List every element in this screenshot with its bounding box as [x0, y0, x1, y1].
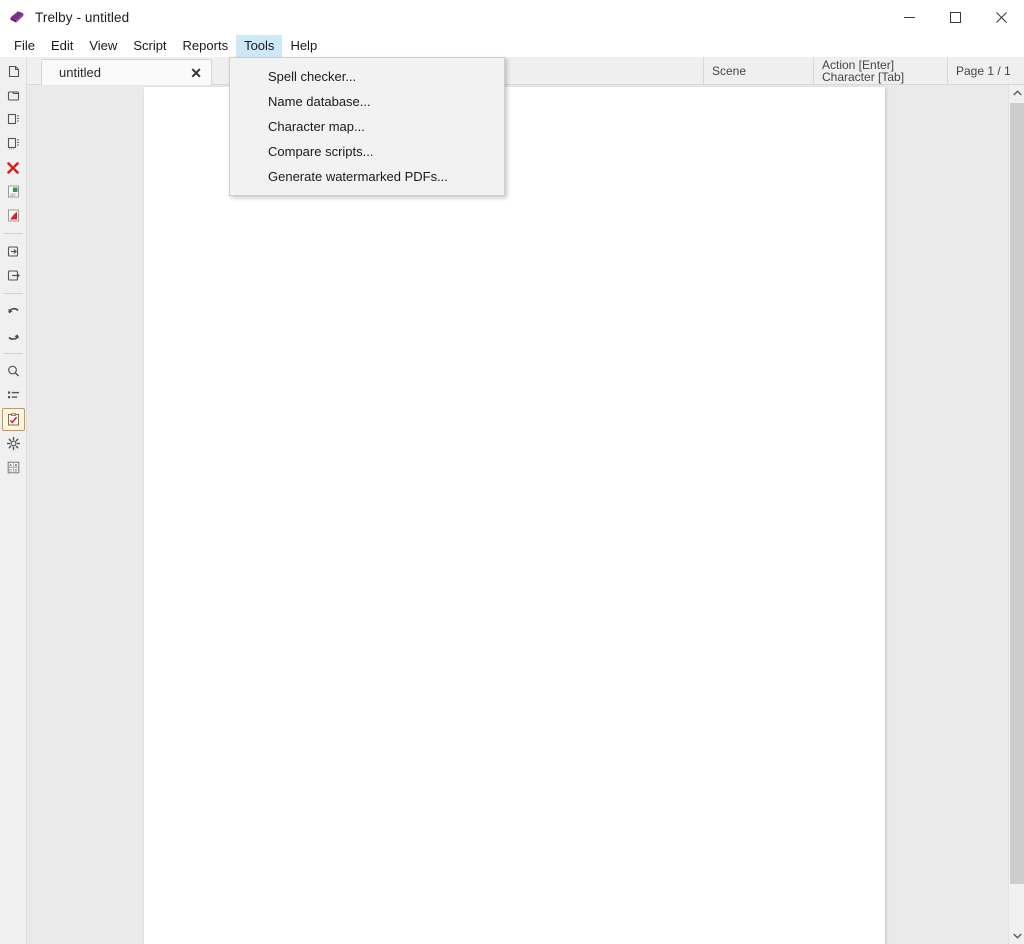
menu-help[interactable]: Help	[282, 35, 325, 57]
import-icon[interactable]	[2, 240, 25, 263]
scroll-up-icon[interactable]	[1009, 85, 1024, 102]
close-script-icon[interactable]	[2, 156, 25, 179]
menu-item-generate-watermarked-pdfs[interactable]: Generate watermarked PDFs...	[230, 164, 504, 189]
menu-item-name-database[interactable]: Name database...	[230, 89, 504, 114]
menu-script[interactable]: Script	[125, 35, 174, 57]
svg-text:B: B	[14, 462, 17, 467]
format-hint-character: Character [Tab]	[822, 70, 905, 84]
title-bar: Trelby - untitled	[0, 0, 1024, 35]
export-pdf-icon[interactable]	[2, 204, 25, 227]
menu-reports[interactable]: Reports	[175, 35, 237, 57]
spell-check-icon[interactable]	[1, 408, 25, 431]
status-element-type-label: Scene	[712, 64, 747, 78]
menu-view[interactable]: View	[81, 35, 125, 57]
scene-list-icon[interactable]	[2, 384, 25, 407]
menu-file[interactable]: File	[6, 35, 43, 57]
open-script-icon[interactable]	[2, 84, 25, 107]
save-script-icon[interactable]	[2, 108, 25, 131]
toolbar-separator	[3, 353, 23, 354]
svg-text:D: D	[14, 468, 17, 473]
close-button[interactable]	[978, 0, 1024, 35]
scroll-thumb[interactable]	[1010, 103, 1024, 884]
close-tab-icon[interactable]: ✕	[190, 66, 202, 80]
settings-icon[interactable]	[2, 432, 25, 455]
undo-icon[interactable]	[2, 300, 25, 323]
tab-untitled[interactable]: untitled ✕	[41, 59, 212, 85]
page-indicator-label: Page 1 / 1	[956, 64, 1011, 78]
tools-dropdown-menu: Spell checker... Name database... Charac…	[229, 57, 505, 196]
svg-text:C: C	[9, 468, 12, 473]
new-script-icon[interactable]	[2, 60, 25, 83]
menu-item-character-map[interactable]: Character map...	[230, 114, 504, 139]
vertical-scrollbar[interactable]	[1008, 85, 1024, 944]
status-element-type: Scene	[712, 57, 746, 85]
status-format-hints: Action [Enter] Character [Tab]	[822, 57, 904, 85]
script-workspace[interactable]	[27, 85, 1008, 944]
script-page[interactable]	[144, 87, 885, 944]
menu-bar: File Edit View Script Reports Tools Help	[0, 35, 1024, 57]
status-divider	[813, 57, 814, 85]
maximize-button[interactable]	[932, 0, 978, 35]
svg-text:A: A	[9, 462, 12, 467]
window-controls	[886, 0, 1024, 35]
menu-tools[interactable]: Tools	[236, 35, 283, 57]
left-toolbar: A B C D	[0, 57, 27, 944]
window-title: Trelby - untitled	[35, 9, 130, 25]
menu-item-spell-checker[interactable]: Spell checker...	[230, 64, 504, 89]
status-divider	[703, 57, 704, 85]
find-icon[interactable]	[2, 360, 25, 383]
status-page-indicator: Page 1 / 1	[956, 57, 1011, 85]
menu-edit[interactable]: Edit	[43, 35, 81, 57]
tab-label: untitled	[59, 65, 101, 80]
tab-bar: untitled ✕ Scene Action [Enter] Characte…	[27, 57, 1024, 85]
export-html-icon[interactable]	[2, 180, 25, 203]
export-icon[interactable]	[2, 264, 25, 287]
character-map-icon[interactable]: A B C D	[2, 456, 25, 479]
save-as-script-icon[interactable]	[2, 132, 25, 155]
scroll-down-icon[interactable]	[1009, 927, 1024, 944]
toolbar-separator	[3, 233, 23, 234]
redo-icon[interactable]	[2, 324, 25, 347]
minimize-button[interactable]	[886, 0, 932, 35]
trelby-logo-icon	[8, 8, 26, 26]
toolbar-separator	[3, 293, 23, 294]
trelby-window: Trelby - untitled File Edit View Script …	[0, 0, 1024, 944]
menu-item-compare-scripts[interactable]: Compare scripts...	[230, 139, 504, 164]
status-divider	[947, 57, 948, 85]
